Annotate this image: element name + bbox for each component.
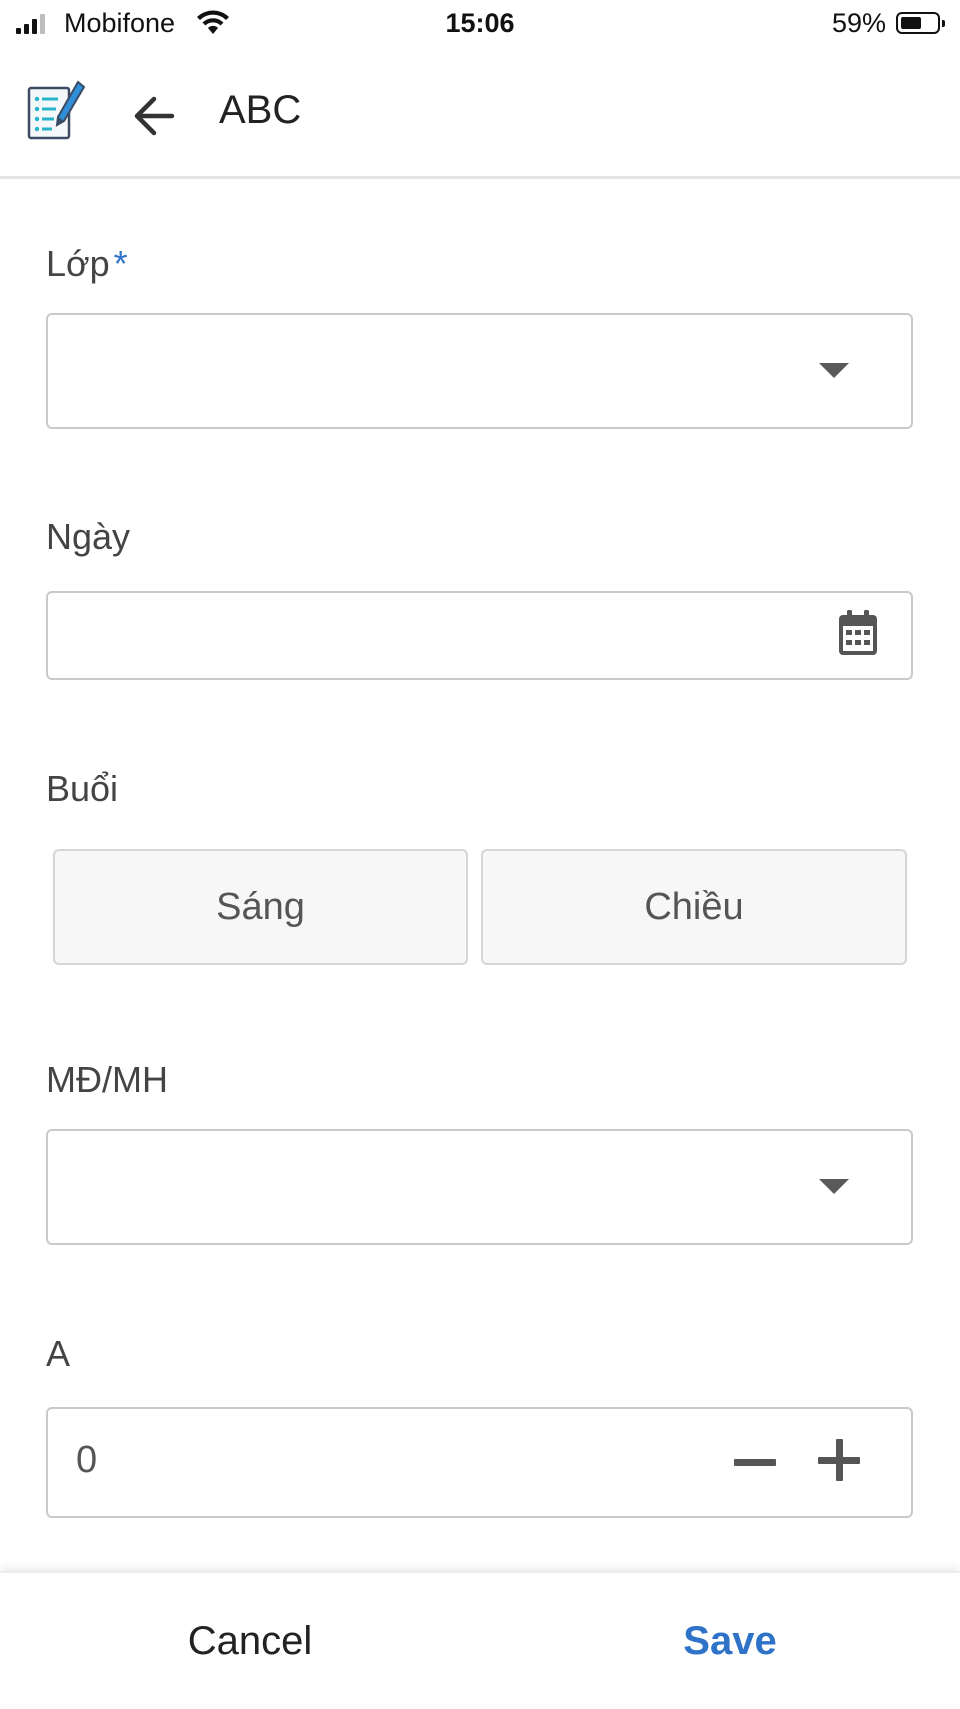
caret-down-icon xyxy=(819,363,849,378)
status-bar: Mobifone 15:06 59% xyxy=(0,0,960,48)
save-button[interactable]: Save xyxy=(480,1573,960,1709)
status-time: 15:06 xyxy=(445,8,515,38)
calendar-icon[interactable] xyxy=(837,609,879,657)
back-button[interactable] xyxy=(128,88,184,144)
lop-dropdown[interactable] xyxy=(46,313,913,429)
buoi-label: Buổi xyxy=(46,768,119,809)
a-label: A xyxy=(46,1333,71,1374)
battery-icon xyxy=(896,12,945,34)
app-header: ABC xyxy=(0,48,960,179)
option-sang[interactable]: Sáng xyxy=(53,849,468,965)
cancel-button[interactable]: Cancel xyxy=(0,1573,500,1709)
footer-bar: Cancel Save xyxy=(0,1571,960,1709)
md-mh-dropdown[interactable] xyxy=(46,1129,913,1245)
md-mh-label: MĐ/MH xyxy=(46,1059,168,1100)
ngay-label: Ngày xyxy=(46,516,131,557)
arrow-left-icon xyxy=(134,96,175,136)
battery-percent: 59% xyxy=(831,8,886,38)
lop-label-text: Lớp xyxy=(46,243,110,284)
lop-label: Lớp * xyxy=(46,243,128,285)
form-edit-icon xyxy=(27,80,86,140)
date-field[interactable] xyxy=(46,591,913,680)
battery-fill xyxy=(901,17,921,29)
page-title: ABC xyxy=(219,88,302,132)
option-chieu[interactable]: Chiều xyxy=(481,849,907,965)
stepper-value[interactable]: 0 xyxy=(76,1439,97,1482)
required-mark: * xyxy=(113,243,128,284)
caret-down-icon xyxy=(819,1179,849,1194)
plus-icon[interactable] xyxy=(818,1439,860,1481)
minus-icon[interactable] xyxy=(734,1449,776,1475)
quantity-stepper[interactable]: 0 xyxy=(46,1407,913,1518)
